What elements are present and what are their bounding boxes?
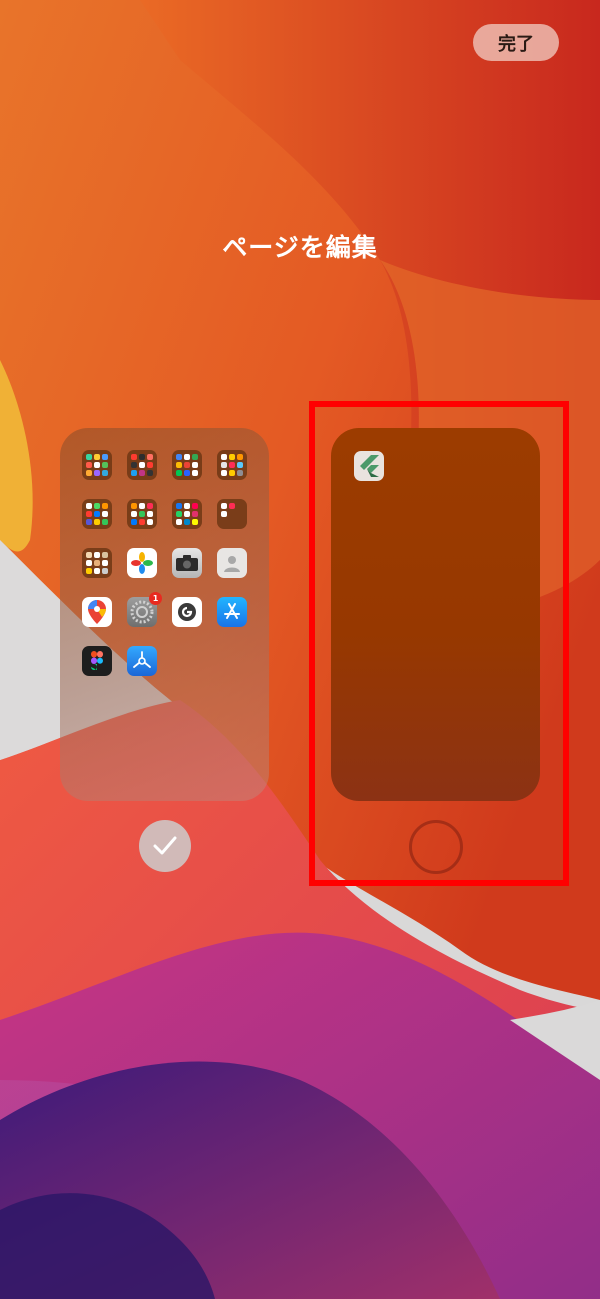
- page-title: ページを編集: [222, 233, 378, 262]
- folder-icon: [172, 499, 202, 529]
- folder-icon: [217, 499, 247, 529]
- folder-icon: [82, 499, 112, 529]
- folder-icon: [82, 450, 112, 480]
- done-button[interactable]: 完了: [473, 24, 559, 61]
- folder-icon: [82, 548, 112, 578]
- checkmark-icon: [153, 836, 177, 855]
- notification-badge: 1: [149, 592, 162, 605]
- photos-icon: [127, 548, 157, 578]
- app-store-icon: [217, 597, 247, 627]
- testflight-icon: [127, 646, 157, 676]
- folder-icon: [172, 450, 202, 480]
- folder-icon: [217, 450, 247, 480]
- page-1-checkbox[interactable]: [139, 820, 191, 872]
- camera-icon: [172, 548, 202, 578]
- page-1-icon-grid: 1: [82, 450, 252, 676]
- page-thumbnail-1[interactable]: 1: [60, 428, 269, 801]
- settings-icon: 1: [127, 592, 162, 627]
- folder-icon: [127, 450, 157, 480]
- google-maps-icon: [82, 597, 112, 627]
- contacts-icon: [217, 548, 247, 578]
- google-icon: [172, 597, 202, 627]
- figma-icon: [82, 646, 112, 676]
- folder-icon: [127, 499, 157, 529]
- highlight-box: [309, 401, 569, 886]
